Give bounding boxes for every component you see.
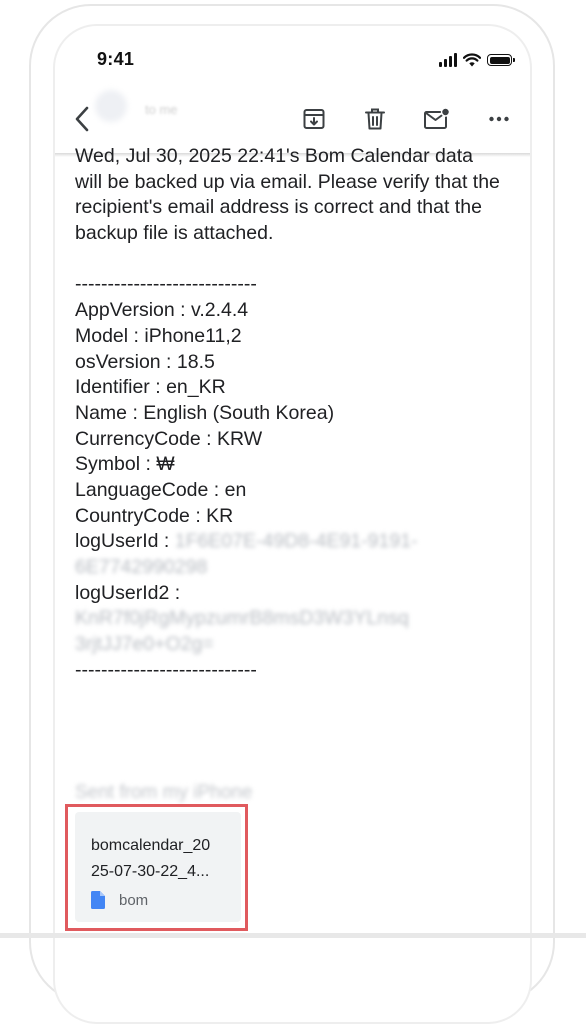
archive-icon [303, 109, 325, 129]
log-user-id-label: logUserId : [75, 530, 170, 553]
field-os-version: osVersion : 18.5 [75, 350, 215, 373]
field-identifier: Identifier : en_KR [75, 376, 226, 399]
battery-icon [487, 54, 515, 66]
log-user-id-value-cont: 6E7742990298 [75, 556, 208, 579]
email-body: Wed, Jul 30, 2025 22:41's Bom Calendar d… [75, 145, 515, 683]
field-log-user-id: logUserId : 1F6E07E-49D8-4E91-9191- [75, 529, 515, 555]
field-symbol: Symbol : ₩ [75, 453, 175, 476]
status-time: 9:41 [97, 49, 135, 69]
bottom-divider [0, 933, 586, 938]
more-options-button[interactable] [482, 102, 516, 136]
cellular-signal-icon [439, 53, 457, 67]
log-user-id2-value-cont: 3rjtJJ7e0+O2g= [75, 633, 214, 656]
back-button[interactable] [65, 102, 99, 136]
field-app-version: AppVersion : v.2.4.4 [75, 299, 249, 322]
log-user-id-value: 1F6E07E-49D8-4E91-9191- [174, 530, 418, 553]
mail-unread-icon [424, 107, 451, 129]
file-icon [91, 891, 105, 909]
wifi-icon [463, 53, 481, 67]
separator-end: ---------------------------- [75, 658, 257, 681]
field-language-code: LanguageCode : en [75, 478, 247, 501]
attachment-card[interactable]: bomcalendar_20 25-07-30-22_4... bom [75, 812, 241, 922]
field-currency-code: CurrencyCode : KRW [75, 427, 263, 450]
log-user-id2-value: KnR7f0jRgMypzumrB8msD3W3YLnsq [75, 607, 409, 630]
mark-unread-button[interactable] [420, 102, 454, 136]
email-intro: will be backed up via email. Please veri… [75, 170, 500, 245]
field-name: Name : English (South Korea) [75, 401, 335, 424]
attachment-type-label: bom [119, 891, 149, 909]
separator: ---------------------------- [75, 273, 257, 296]
attachment-type: bom [91, 891, 148, 909]
log-user-id2-label: logUserId2 : [75, 581, 181, 604]
trash-icon [365, 108, 385, 130]
email-signature: Sent from my iPhone [75, 782, 253, 803]
phone-screen: 9:41 to me Wed, Jul 30, 2025 22:41's Bom… [53, 24, 532, 1024]
sender-avatar [95, 90, 127, 122]
attachment-filename: bomcalendar_20 25-07-30-22_4... [91, 837, 211, 880]
recipient-label: to me [145, 102, 178, 117]
field-model: Model : iPhone11,2 [75, 324, 242, 347]
delete-button[interactable] [358, 102, 392, 136]
email-text-line: Wed, Jul 30, 2025 22:41's Bom Calendar d… [75, 145, 473, 167]
chevron-left-icon [75, 106, 89, 132]
more-horizontal-icon [489, 116, 509, 122]
field-country-code: CountryCode : KR [75, 504, 234, 527]
status-icons [439, 53, 515, 67]
archive-button[interactable] [297, 102, 331, 136]
